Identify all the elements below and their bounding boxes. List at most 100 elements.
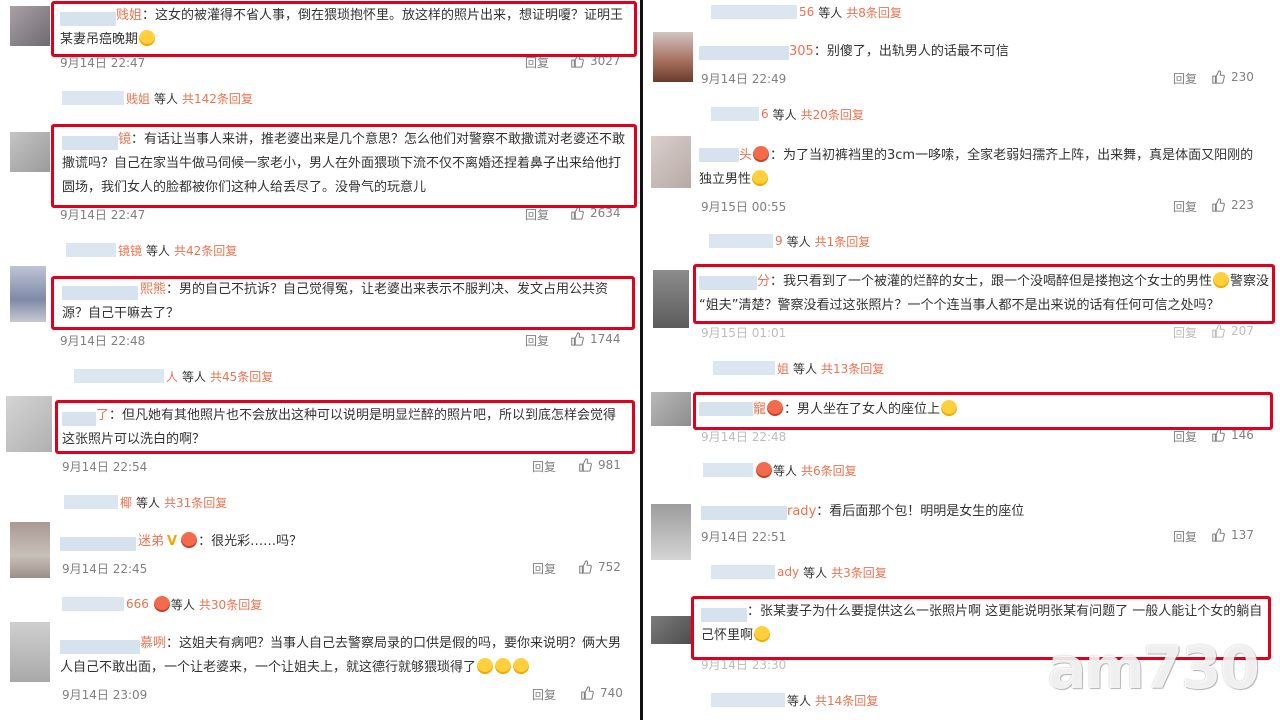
badge-icon xyxy=(153,596,170,612)
comment-text: 慕咧：这姐夫有病吧？当事人自己去警察局录的口供是假的吗，要你来说明？俩大男 人自己… xyxy=(60,636,622,675)
comment-date: 9月15日 00:55 xyxy=(701,200,787,214)
like-button[interactable]: 752 xyxy=(578,560,621,574)
comment-text: 迷弟 V ：很光彩……吗？ xyxy=(60,530,630,554)
thumbs-up-icon xyxy=(581,686,594,700)
comment-username[interactable]: 迷弟 xyxy=(138,534,164,549)
sub-reply-row[interactable]: ady 等人 共3条回复 xyxy=(711,562,887,582)
comment-username[interactable]: 熙熊 xyxy=(140,282,166,297)
thumbs-up-icon xyxy=(1212,428,1225,442)
comment-date: 9月14日 23:09 xyxy=(62,688,148,702)
like-count: 146 xyxy=(1231,428,1254,442)
like-button[interactable]: 223 xyxy=(1211,198,1254,212)
avatar[interactable] xyxy=(6,396,52,452)
comment-username[interactable]: 了 xyxy=(96,408,109,423)
avatar[interactable] xyxy=(651,504,691,560)
comment-username[interactable]: 305 xyxy=(789,44,814,59)
sub-reply-row[interactable]: 56 等人 共8条回复 xyxy=(711,2,902,22)
comment-username[interactable]: 慕咧 xyxy=(140,636,166,651)
sub-reply-row[interactable]: 等人 共6条回复 xyxy=(703,460,857,480)
thumbs-up-icon xyxy=(1212,198,1225,212)
emoji-face-icon xyxy=(754,626,771,642)
like-button[interactable]: 146 xyxy=(1211,428,1254,442)
sub-reply-row[interactable]: 椰等人 共31条回复 xyxy=(64,492,227,512)
emoji-face-icon xyxy=(752,170,769,186)
like-button[interactable]: 3027 xyxy=(570,54,621,68)
like-button[interactable]: 1744 xyxy=(570,332,621,346)
avatar[interactable] xyxy=(10,522,50,578)
sub-reply-count-link[interactable]: 共142条回复 xyxy=(182,90,253,107)
like-button[interactable]: 137 xyxy=(1211,528,1254,542)
like-button[interactable]: 230 xyxy=(1211,70,1254,84)
avatar[interactable] xyxy=(10,6,50,46)
like-count: 2634 xyxy=(590,206,621,220)
like-count: 223 xyxy=(1231,198,1254,212)
emoji-face-icon xyxy=(1213,272,1230,288)
sub-reply-row[interactable]: 镜镜 等人 共42条回复 xyxy=(66,240,237,260)
avatar[interactable] xyxy=(651,392,691,426)
reply-button[interactable]: 回复 xyxy=(532,686,556,703)
comment-text: 熙熊：男的自己不抗诉？自己觉得冤，让老婆出来表示不服判决、发文占用公共资 源？自己… xyxy=(62,282,609,321)
thumbs-up-icon xyxy=(571,206,584,220)
sub-reply-row[interactable]: 人等人 共45条回复 xyxy=(74,366,273,386)
right-comment-panel: 56 等人 共8条回复 305：别傻了，出轨男人的话最不可信 9月14日 22:49… xyxy=(643,0,1280,720)
badge-icon xyxy=(767,400,784,416)
like-button[interactable]: 981 xyxy=(578,458,621,472)
comment-date: 9月14日 22:48 xyxy=(60,334,146,348)
like-button[interactable]: 207 xyxy=(1211,324,1254,338)
sub-reply-row[interactable]: 贱姐 等人 共142条回复 xyxy=(62,88,253,108)
reply-button[interactable]: 回复 xyxy=(532,560,556,577)
avatar[interactable] xyxy=(651,616,691,644)
reply-button[interactable]: 回复 xyxy=(1173,528,1197,545)
reply-button[interactable]: 回复 xyxy=(1173,70,1197,87)
avatar[interactable] xyxy=(10,132,50,172)
comment-date: 9月14日 22:54 xyxy=(62,460,148,474)
reply-button[interactable]: 回复 xyxy=(525,206,549,223)
like-count: 1744 xyxy=(590,332,621,346)
comment-username[interactable]: 镜 xyxy=(118,132,131,147)
comment-text: 头：为了当初裤裆里的3cm一哆嗦，全家老弱妇孺齐上阵，出来舞，真是体面又阳刚的独… xyxy=(699,146,1254,187)
sub-reply-row[interactable]: 666 等人 共30条回复 xyxy=(62,594,262,614)
sub-reply-count-link[interactable]: 共3条回复 xyxy=(831,564,887,581)
avatar[interactable] xyxy=(653,32,693,82)
sub-reply-count-link[interactable]: 共6条回复 xyxy=(801,462,857,479)
sub-reply-count-link[interactable]: 共20条回复 xyxy=(801,106,864,123)
avatar[interactable] xyxy=(651,136,691,188)
sub-reply-row[interactable]: 6 等人 共20条回复 xyxy=(711,104,864,124)
sub-reply-count-link[interactable]: 共42条回复 xyxy=(174,242,237,259)
thumbs-up-icon xyxy=(579,560,592,574)
sub-reply-count-link[interactable]: 共14条回复 xyxy=(815,692,878,709)
like-count: 740 xyxy=(600,686,623,700)
sub-reply-count-link[interactable]: 共45条回复 xyxy=(210,368,273,385)
avatar[interactable] xyxy=(653,270,689,328)
comment-date: 9月14日 22:47 xyxy=(60,208,146,222)
avatar[interactable] xyxy=(10,266,46,322)
like-button[interactable]: 2634 xyxy=(570,206,621,220)
sub-reply-count-link[interactable]: 共30条回复 xyxy=(199,596,262,613)
sub-reply-count-link[interactable]: 共8条回复 xyxy=(846,4,902,21)
comment-username[interactable]: 贱姐 xyxy=(116,8,142,23)
reply-button[interactable]: 回复 xyxy=(525,332,549,349)
sub-reply-count-link[interactable]: 共31条回复 xyxy=(164,494,227,511)
sub-reply-row[interactable]: 等人 共14条回复 xyxy=(711,690,878,710)
emoji-face-icon xyxy=(941,400,958,416)
sub-reply-count-link[interactable]: 共13条回复 xyxy=(821,360,884,377)
reply-button[interactable]: 回复 xyxy=(1173,198,1197,215)
sub-reply-row[interactable]: 9 等人 共1条回复 xyxy=(709,231,870,251)
comment-username[interactable]: rady xyxy=(787,504,816,519)
reply-button[interactable]: 回复 xyxy=(1173,324,1197,341)
thumbs-up-icon xyxy=(1212,528,1225,542)
comment-username[interactable]: 寵 xyxy=(753,402,766,417)
avatar[interactable] xyxy=(10,622,50,682)
reply-button[interactable]: 回复 xyxy=(532,458,556,475)
like-count: 3027 xyxy=(590,54,621,68)
sub-reply-row[interactable]: 姐等人 共13条回复 xyxy=(713,358,884,378)
comment-username[interactable]: 头 xyxy=(739,148,752,163)
thumbs-up-icon xyxy=(571,332,584,346)
reply-button[interactable]: 回复 xyxy=(525,54,549,71)
comment-username[interactable]: 分 xyxy=(757,274,770,289)
sub-reply-count-link[interactable]: 共1条回复 xyxy=(815,233,871,250)
comment-date: 9月14日 22:45 xyxy=(62,562,148,576)
reply-button[interactable]: 回复 xyxy=(1173,428,1197,445)
like-count: 981 xyxy=(598,458,621,472)
like-button[interactable]: 740 xyxy=(580,686,623,700)
